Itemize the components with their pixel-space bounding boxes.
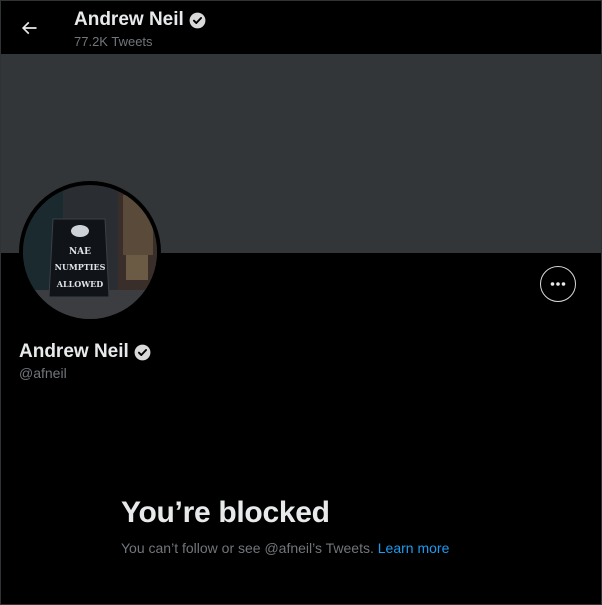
sign-line-3: ALLOWED [56, 279, 104, 289]
avatar[interactable]: NAE NUMPTIES ALLOWED [19, 181, 161, 323]
back-button[interactable] [13, 12, 45, 44]
sign-line-2: NUMPTIES [55, 262, 106, 272]
blocked-message: You can’t follow or see @afneil’s Tweets… [121, 540, 449, 556]
header-title: Andrew Neil [74, 9, 207, 31]
avatar-image: NAE NUMPTIES ALLOWED [23, 185, 157, 319]
tweet-count: 77.2K Tweets [74, 34, 153, 49]
profile-name-text: Andrew Neil [19, 341, 129, 362]
more-options-button[interactable] [540, 266, 576, 302]
profile-name: Andrew Neil [19, 341, 152, 363]
sign-line-1: NAE [69, 247, 91, 257]
blocked-title: You’re blocked [121, 496, 330, 529]
profile-page: Andrew Neil 77.2K Tweets NAE NUMPTIES AL… [0, 0, 602, 605]
more-options-icon [550, 282, 566, 286]
verified-badge-icon [189, 12, 206, 28]
blocked-message-text: You can’t follow or see @afneil’s Tweets… [121, 540, 374, 556]
learn-more-link[interactable]: Learn more [378, 540, 450, 556]
profile-handle: @afneil [19, 365, 67, 381]
header-name: Andrew Neil [74, 9, 184, 30]
arrow-left-icon [21, 21, 37, 35]
top-header: Andrew Neil 77.2K Tweets [1, 1, 601, 54]
verified-badge-icon [134, 344, 151, 360]
